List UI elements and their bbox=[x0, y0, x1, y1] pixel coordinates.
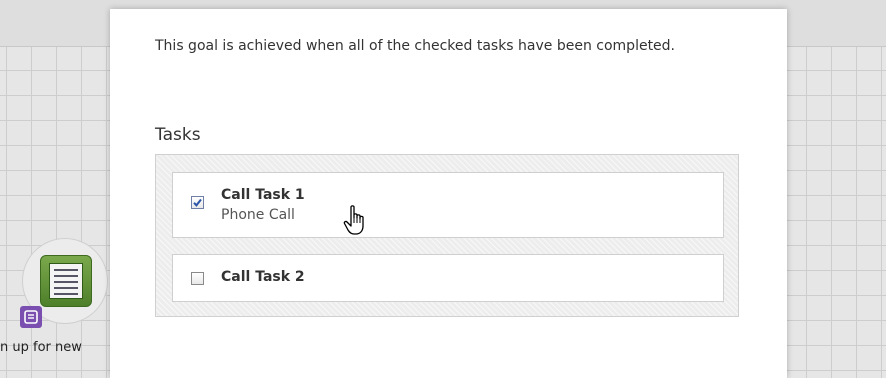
document-lines bbox=[49, 263, 83, 299]
checkmark-icon bbox=[193, 198, 202, 207]
document-list-icon[interactable] bbox=[40, 255, 92, 307]
task-item-call-task-1[interactable]: Call Task 1 Phone Call bbox=[172, 172, 724, 238]
task-name: Call Task 2 bbox=[221, 269, 305, 285]
tasks-list: Call Task 1 Phone Call Call Task 2 bbox=[155, 154, 739, 317]
task-type: Phone Call bbox=[221, 207, 295, 223]
tasks-heading: Tasks bbox=[155, 125, 201, 145]
note-icon bbox=[20, 306, 42, 328]
workflow-node-label: n up for new bbox=[0, 340, 82, 355]
task-item-call-task-2[interactable]: Call Task 2 bbox=[172, 254, 724, 302]
task-checkbox-call-task-1[interactable] bbox=[191, 196, 204, 209]
hand-pointer-cursor-icon bbox=[343, 205, 364, 235]
task-name: Call Task 1 bbox=[221, 187, 305, 203]
goal-tasks-dialog: This goal is achieved when all of the ch… bbox=[110, 9, 787, 378]
task-checkbox-call-task-2[interactable] bbox=[191, 272, 204, 285]
goal-description: This goal is achieved when all of the ch… bbox=[155, 38, 676, 54]
